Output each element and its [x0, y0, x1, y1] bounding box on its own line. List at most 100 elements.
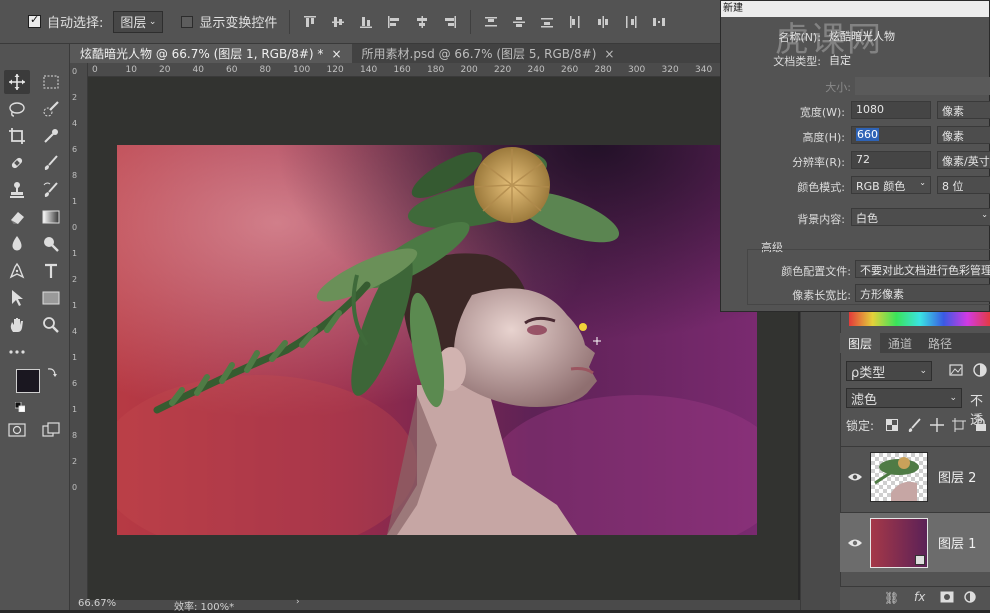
resolution-unit-value: 像素/英寸 — [942, 155, 990, 168]
tab-document-2[interactable]: 所用素材.psd @ 66.7% (图层 5, RGB/8#) × — [352, 44, 625, 63]
divider — [289, 9, 291, 34]
bit-depth-value: 8 位 — [942, 180, 964, 193]
align-top-icon[interactable] — [302, 14, 318, 30]
tab-document-1[interactable]: 炫酷暗光人物 @ 66.7% (图层 1, RGB/8#) * × — [70, 44, 352, 63]
ruler-tick: 120 — [326, 65, 344, 75]
show-transform-checkbox[interactable] — [181, 15, 194, 28]
zoom-tool-icon[interactable] — [38, 313, 64, 337]
distribute-hcenter-icon[interactable] — [595, 14, 611, 30]
marquee-tool-icon[interactable] — [38, 70, 64, 94]
fx-icon[interactable]: fx — [914, 590, 925, 604]
blend-mode-dropdown[interactable]: 滤色 ⌄ — [846, 388, 962, 408]
resolution-unit-dropdown[interactable]: 像素/英寸 — [937, 151, 990, 169]
quick-mask-icon[interactable] — [8, 422, 26, 438]
default-colors-icon[interactable] — [15, 402, 25, 412]
adjustment-filter-icon[interactable] — [972, 362, 988, 378]
lock-artboard-icon[interactable] — [952, 418, 966, 432]
chevron-right-icon[interactable]: › — [296, 597, 300, 607]
lock-all-icon[interactable] — [975, 418, 987, 432]
bit-depth-dropdown[interactable]: 8 位 — [937, 176, 990, 194]
lock-pixels-icon[interactable] — [908, 418, 922, 432]
layer-name[interactable]: 图层 2 — [938, 467, 976, 486]
color-profile-dropdown[interactable]: 不要对此文档进行色彩管理 — [855, 260, 990, 278]
dodge-tool-icon[interactable] — [38, 232, 64, 256]
hand-tool-icon[interactable] — [4, 313, 30, 337]
ruler-tick: 6 — [72, 145, 78, 154]
auto-select-value: 图层 — [120, 16, 147, 31]
layer-filter-dropdown[interactable]: ρ类型 ⌄ — [846, 361, 932, 381]
pixel-aspect-dropdown[interactable]: 方形像素 — [855, 284, 990, 302]
foreground-color-swatch[interactable] — [16, 369, 40, 393]
background-dropdown[interactable]: 白色 ⌄ — [851, 208, 990, 226]
tab-label: 所用素材.psd @ 66.7% (图层 5, RGB/8#) — [361, 47, 597, 61]
brush-tool-icon[interactable] — [38, 151, 64, 175]
swap-colors-icon[interactable] — [46, 366, 58, 378]
lock-position-icon[interactable] — [930, 418, 944, 432]
distribute-vcenter-icon[interactable] — [511, 14, 527, 30]
gradient-tool-icon[interactable] — [38, 205, 64, 229]
layer-row[interactable]: 图层 2 — [840, 446, 990, 506]
rectangle-tool-icon[interactable] — [38, 286, 64, 310]
width-field[interactable]: 1080 — [851, 101, 931, 119]
move-tool-icon[interactable] — [4, 70, 30, 94]
distribute-left-icon[interactable] — [567, 14, 583, 30]
lasso-tool-icon[interactable] — [4, 97, 30, 121]
close-icon[interactable]: × — [331, 47, 341, 61]
blur-tool-icon[interactable] — [4, 232, 30, 256]
ruler-tick: 180 — [427, 65, 445, 75]
auto-select-dropdown[interactable]: 图层 ⌄ — [113, 10, 164, 33]
ruler-tick: 0 — [92, 65, 98, 75]
layer-name[interactable]: 图层 1 — [938, 533, 976, 552]
ruler-tick: 4 — [72, 327, 78, 336]
image-filter-icon[interactable] — [948, 362, 964, 378]
ruler-tick: 320 — [661, 65, 679, 75]
crop-tool-icon[interactable] — [4, 124, 30, 148]
tab-layers[interactable]: 图层 — [840, 333, 881, 353]
align-hcenter-icon[interactable] — [414, 14, 430, 30]
align-left-icon[interactable] — [386, 14, 402, 30]
screen-mode-icon[interactable] — [42, 422, 60, 438]
lock-transparency-icon[interactable] — [886, 419, 898, 431]
distribute-spacing-icon[interactable] — [651, 14, 667, 30]
pen-tool-icon[interactable] — [4, 259, 30, 283]
healing-brush-tool-icon[interactable] — [4, 151, 30, 175]
distribute-right-icon[interactable] — [623, 14, 639, 30]
layer-thumbnail — [870, 451, 928, 502]
ruler-tick: 10 — [125, 65, 137, 75]
canvas-image[interactable] — [117, 145, 757, 535]
width-unit-dropdown[interactable]: 像素 — [937, 101, 990, 119]
type-tool-icon[interactable] — [38, 259, 64, 283]
height-unit-dropdown[interactable]: 像素 — [937, 126, 990, 144]
distribute-bottom-icon[interactable] — [539, 14, 555, 30]
chevron-down-icon: ⌄ — [949, 393, 957, 403]
path-select-tool-icon[interactable] — [4, 286, 30, 310]
align-bottom-icon[interactable] — [358, 14, 374, 30]
layer-row[interactable]: 图层 1 — [840, 512, 990, 572]
tab-paths[interactable]: 路径 — [920, 333, 960, 353]
add-mask-icon[interactable] — [940, 591, 954, 603]
eraser-tool-icon[interactable] — [4, 205, 30, 229]
distribute-top-icon[interactable] — [483, 14, 499, 30]
auto-select-checkbox[interactable] — [28, 13, 41, 28]
close-icon[interactable]: × — [604, 47, 614, 61]
height-field[interactable]: 660 — [851, 126, 931, 144]
clone-stamp-tool-icon[interactable] — [4, 178, 30, 202]
layer-thumbnail — [870, 517, 928, 568]
ruler-tick: 4 — [72, 119, 78, 128]
eye-icon[interactable] — [840, 472, 870, 482]
ruler-tick: 1 — [72, 353, 78, 362]
adjustment-layer-icon[interactable] — [964, 591, 976, 603]
more-tools-icon[interactable] — [4, 340, 30, 364]
align-right-icon[interactable] — [442, 14, 458, 30]
tab-channels[interactable]: 通道 — [880, 333, 920, 353]
align-vcenter-icon[interactable] — [330, 14, 346, 30]
history-brush-tool-icon[interactable] — [38, 178, 64, 202]
resolution-field[interactable]: 72 — [851, 151, 931, 169]
color-mode-dropdown[interactable]: RGB 颜色 ⌄ — [851, 176, 931, 194]
eye-icon[interactable] — [840, 538, 870, 548]
zoom-level[interactable]: 66.67% — [78, 598, 116, 609]
quick-select-tool-icon[interactable] — [38, 97, 64, 121]
link-layers-icon[interactable]: ⛓ — [884, 591, 899, 605]
eyedropper-tool-icon[interactable] — [38, 124, 64, 148]
color-spectrum[interactable] — [849, 312, 990, 326]
